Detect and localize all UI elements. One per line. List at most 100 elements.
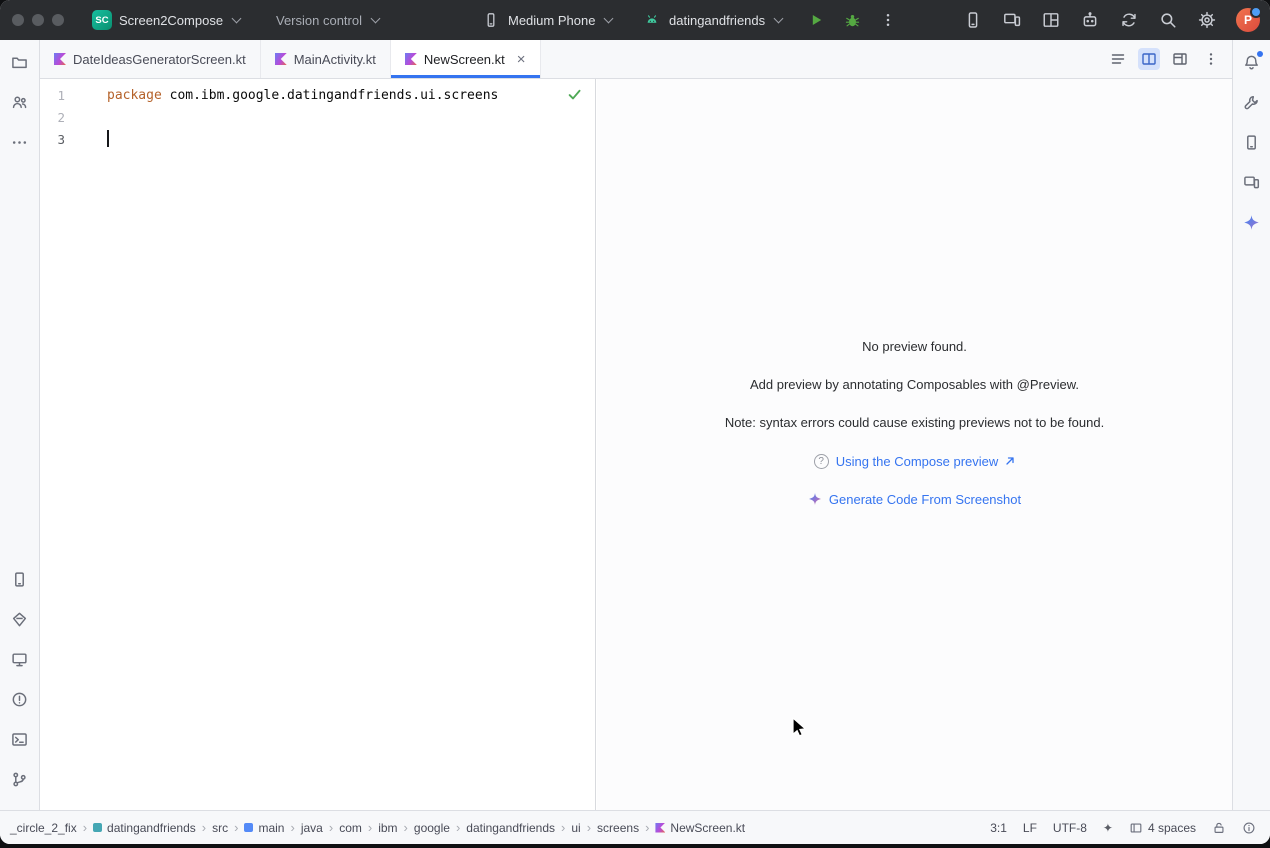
breadcrumb-label: src [212,821,228,835]
more-vertical-icon[interactable] [1200,48,1222,70]
breadcrumb-item[interactable]: screens [597,821,639,835]
line-number: 2 [41,110,65,125]
search-icon[interactable] [1158,10,1178,30]
inspections-check-icon[interactable] [567,87,582,106]
gradle-sync-icon[interactable] [1119,10,1139,30]
more-tool-windows-icon[interactable] [7,129,33,155]
tab-label: MainActivity.kt [294,52,376,67]
pull-requests-icon[interactable] [7,89,33,115]
breadcrumb-item[interactable]: ibm [378,821,397,835]
close-tab-icon[interactable]: × [517,52,526,67]
version-control-label: Version control [276,13,362,28]
preview-layout-icon[interactable] [1169,48,1191,70]
breadcrumb-label: NewScreen.kt [670,821,745,835]
breadcrumb-separator: › [561,820,565,835]
window-controls [12,0,64,40]
breadcrumb-item[interactable]: datingandfriends [93,821,196,835]
breadcrumb-separator: › [404,820,408,835]
gradle-icon[interactable] [1239,89,1265,115]
android-app-icon [642,10,662,30]
preview-message-note: Note: syntax errors could cause existing… [725,415,1104,431]
debug-bug-icon[interactable] [842,10,862,30]
problems-icon[interactable] [7,686,33,712]
line-number: 3 [41,132,65,147]
breadcrumb-label: screens [597,821,639,835]
breadcrumb-label: ibm [378,821,397,835]
avatar[interactable]: P [1236,8,1260,32]
breadcrumb-separator: › [368,820,372,835]
close-window-button[interactable] [12,14,24,26]
kotlin-file-icon [275,53,287,65]
preview-message-title: No preview found. [862,339,967,355]
caret-position-widget[interactable]: 3:1 [990,821,1007,835]
device-manager-icon[interactable] [1239,129,1265,155]
breadcrumb-item[interactable]: com [339,821,362,835]
minimize-window-button[interactable] [32,14,44,26]
project-name: Screen2Compose [119,13,223,28]
breadcrumb-item[interactable]: _circle_2_fix [10,821,77,835]
breadcrumb-label: datingandfriends [466,821,555,835]
status-widgets: 3:1 LF UTF-8 ✦ 4 spaces [990,821,1270,835]
run-play-icon[interactable] [806,10,826,30]
device-selector[interactable]: Medium Phone [481,0,612,40]
info-icon[interactable] [1242,821,1256,835]
breadcrumb-label: datingandfriends [107,821,196,835]
source-root-icon [244,823,253,832]
breadcrumb-separator: › [587,820,591,835]
chevron-down-icon [604,13,614,23]
breadcrumb-item[interactable]: java [301,821,323,835]
split-editor-icon[interactable] [1138,48,1160,70]
breadcrumb-separator: › [456,820,460,835]
settings-gear-icon[interactable] [1197,10,1217,30]
breadcrumb-item[interactable]: google [414,821,450,835]
external-link-icon [1005,456,1015,466]
tab-mainactivity[interactable]: MainActivity.kt [261,40,391,78]
device-manager-icon[interactable] [963,10,983,30]
left-tool-stripe [0,40,40,811]
code-line: 2 [41,106,595,128]
app-quality-insights-icon[interactable] [7,606,33,632]
breadcrumb-item[interactable]: main [244,821,284,835]
tab-dateideasgeneratorscreen[interactable]: DateIdeasGeneratorScreen.kt [40,40,261,78]
unlock-icon[interactable] [1212,821,1226,835]
run-config-selector[interactable]: datingandfriends [642,0,782,40]
project-selector[interactable]: SC Screen2Compose [92,0,240,40]
kotlin-file-icon [54,53,66,65]
generate-code-link[interactable]: Generate Code From Screenshot [829,492,1021,507]
editor-list-icon[interactable] [1107,48,1129,70]
breadcrumb-item[interactable]: ui [571,821,580,835]
version-control-icon[interactable] [7,766,33,792]
gemini-icon[interactable] [1239,209,1265,235]
more-options-icon[interactable] [878,10,898,30]
code-editor[interactable]: 1 package com.ibm.google.datingandfriend… [41,79,596,811]
indent-widget[interactable]: 4 spaces [1129,821,1196,835]
code-keyword: package [107,88,162,103]
kotlin-file-icon [655,823,665,833]
encoding-widget[interactable]: UTF-8 [1053,821,1087,835]
compose-preview-help-link[interactable]: Using the Compose preview [836,454,999,469]
logcat-robot-icon[interactable] [1080,10,1100,30]
breadcrumb-item[interactable]: datingandfriends [466,821,555,835]
running-devices-icon[interactable] [1002,10,1022,30]
zoom-window-button[interactable] [52,14,64,26]
help-icon[interactable]: ? [814,454,829,469]
notifications-bell-icon[interactable] [1239,49,1265,75]
breadcrumb-label: com [339,821,362,835]
chevron-down-icon [232,13,242,23]
running-devices-icon[interactable] [7,566,33,592]
breadcrumb-item[interactable]: NewScreen.kt [655,821,745,835]
project-folder-icon[interactable] [7,49,33,75]
tab-newscreen[interactable]: NewScreen.kt × [391,40,541,78]
gemini-sparkle-icon[interactable]: ✦ [1103,821,1113,835]
breadcrumb-label: java [301,821,323,835]
breadcrumb-item[interactable]: src [212,821,228,835]
terminal-icon[interactable] [7,726,33,752]
breadcrumb-label: main [258,821,284,835]
ide-window: SC Screen2Compose Version control Medium… [0,0,1270,844]
logcat-icon[interactable] [7,646,33,672]
layout-inspector-icon[interactable] [1041,10,1061,30]
version-control-menu[interactable]: Version control [276,0,379,40]
device-explorer-icon[interactable] [1239,169,1265,195]
line-ending-widget[interactable]: LF [1023,821,1037,835]
gemini-sparkle-icon [808,492,822,506]
